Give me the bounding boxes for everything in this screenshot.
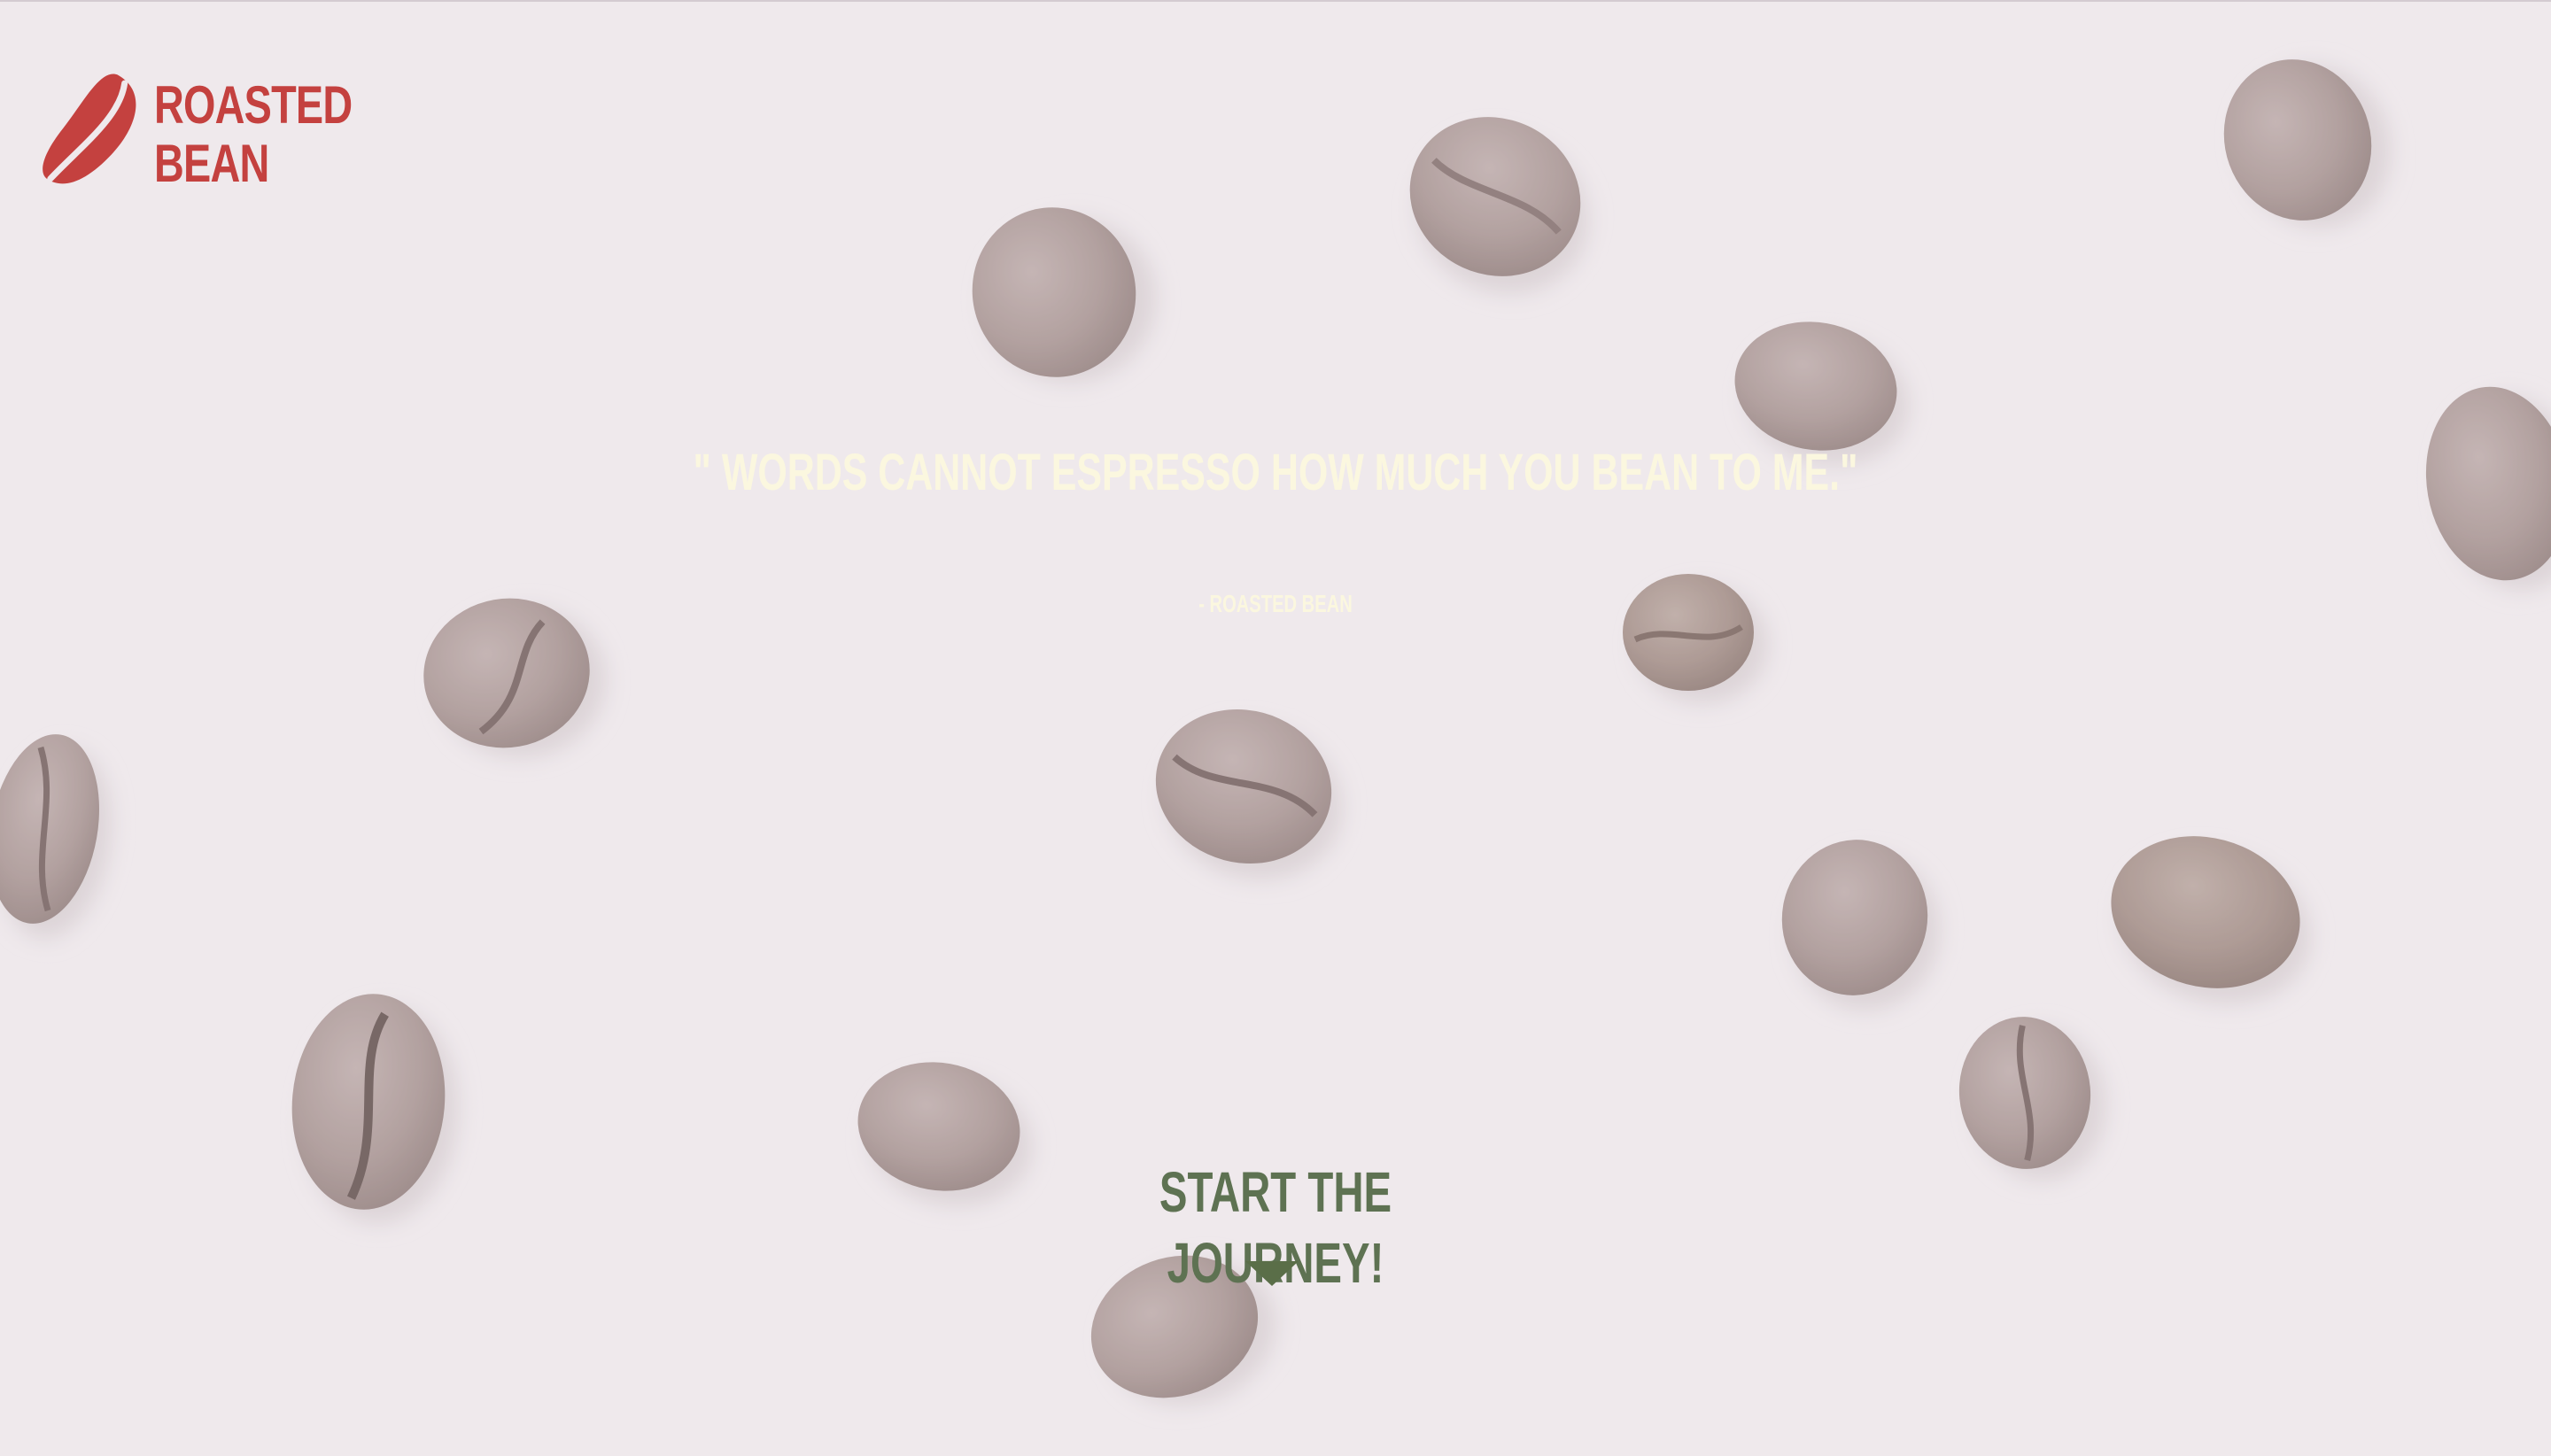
brand-name-line1: ROASTED: [154, 75, 353, 135]
quote-attribution: - ROASTED BEAN: [1198, 590, 1353, 617]
hero-quote: " WORDS CANNOT ESPRESSO HOW MUCH YOU BEA…: [693, 444, 1858, 501]
landing-page: ROASTED BEAN " WORDS CANNOT ESPRESSO HOW…: [0, 0, 2551, 1456]
brand-name: ROASTED BEAN: [154, 75, 353, 193]
coffee-bean-icon: [43, 74, 136, 184]
triangle-down-icon: [1245, 1261, 1299, 1286]
brand-name-line2: BEAN: [154, 134, 269, 193]
brand-logo[interactable]: ROASTED BEAN: [43, 67, 353, 200]
start-journey-button[interactable]: START THE JOURNEY!: [1010, 1157, 1541, 1298]
